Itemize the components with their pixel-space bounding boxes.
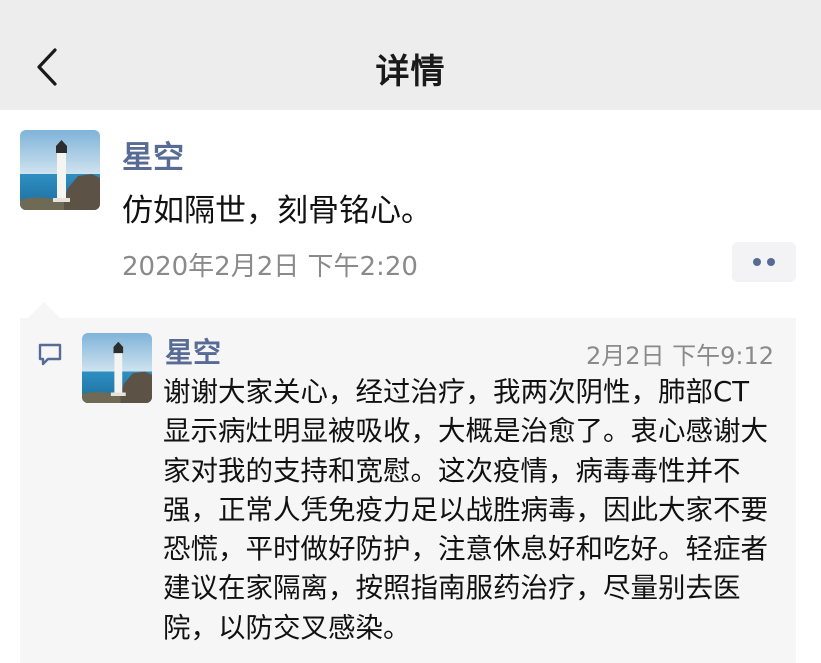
navigation-bar: 详情 (0, 0, 821, 110)
commenter-avatar[interactable] (82, 333, 152, 403)
commenter-name[interactable]: 星空 (165, 331, 221, 371)
moment-detail-page: 详情 星空 仿如隔世，刻骨铭心。 2020年2月2日 下午2:20 星空 2月2… (0, 0, 821, 663)
page-title: 详情 (375, 52, 446, 92)
author-avatar[interactable] (20, 130, 100, 210)
comment-timestamp: 2月2日 下午9:12 (585, 342, 774, 370)
post-content: 仿如隔世，刻骨铭心。 (122, 193, 432, 229)
more-dots-icon (753, 258, 775, 266)
post-timestamp: 2020年2月2日 下午2:20 (122, 252, 418, 282)
comment-icon (38, 343, 62, 366)
more-actions-button[interactable] (732, 242, 796, 282)
author-name[interactable]: 星空 (122, 132, 184, 177)
lighthouse-avatar-image (82, 333, 152, 403)
lighthouse-avatar-image (20, 130, 100, 210)
comment-content[interactable]: 谢谢大家关心，经过治疗，我两次阴性，肺部CT显示病灶明显被吸收，大概是治愈了。衷… (163, 373, 775, 648)
comment-area-pointer (28, 302, 60, 318)
